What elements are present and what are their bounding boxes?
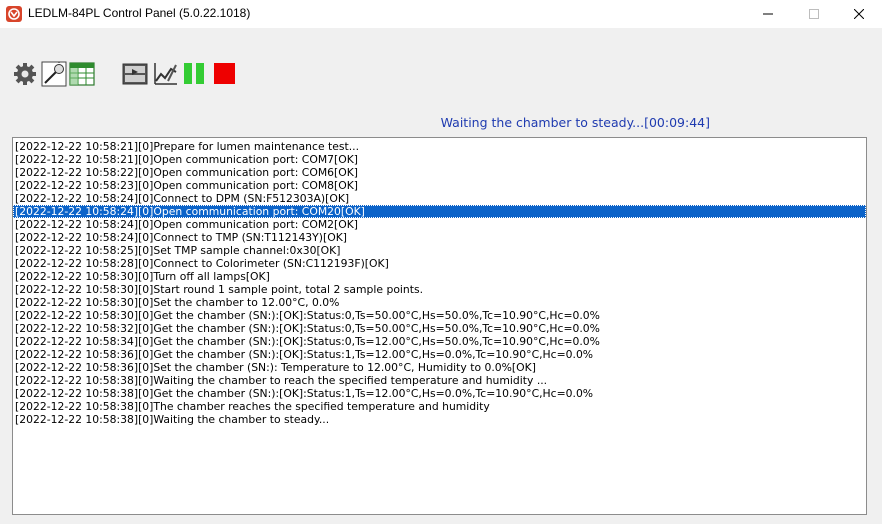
log-line[interactable]: [2022-12-22 10:58:24][0]Open communicati… <box>13 218 866 231</box>
app-logo-icon <box>6 6 22 22</box>
log-line[interactable]: [2022-12-22 10:58:25][0]Set TMP sample c… <box>13 244 866 257</box>
log-line[interactable]: [2022-12-22 10:58:28][0]Connect to Color… <box>13 257 866 270</box>
log-line[interactable]: [2022-12-22 10:58:32][0]Get the chamber … <box>13 322 866 335</box>
stop-icon <box>214 63 235 84</box>
log-line[interactable]: [2022-12-22 10:58:23][0]Open communicati… <box>13 179 866 192</box>
log-line[interactable]: [2022-12-22 10:58:38][0]Get the chamber … <box>13 387 866 400</box>
spreadsheet-icon <box>69 62 95 86</box>
log-list: [2022-12-22 10:58:21][0]Prepare for lume… <box>13 140 866 426</box>
log-line[interactable]: [2022-12-22 10:58:24][0]Connect to TMP (… <box>13 231 866 244</box>
maximize-button[interactable] <box>791 0 837 28</box>
gear-icon <box>14 63 36 85</box>
title-bar: LEDLM-84PL Control Panel (5.0.22.1018) <box>0 0 882 28</box>
lamp-setup-button[interactable] <box>40 58 68 88</box>
status-message: Waiting the chamber to steady...[00:09:4… <box>440 115 710 130</box>
log-line[interactable]: [2022-12-22 10:58:30][0]Get the chamber … <box>13 309 866 322</box>
close-button[interactable] <box>836 0 882 28</box>
settings-button[interactable] <box>11 58 39 88</box>
minimize-icon <box>763 13 773 15</box>
log-line[interactable]: [2022-12-22 10:58:22][0]Open communicati… <box>13 166 866 179</box>
film-icon <box>122 63 148 85</box>
log-line[interactable]: [2022-12-22 10:58:38][0]Waiting the cham… <box>13 374 866 387</box>
lamp-icon <box>41 61 67 87</box>
log-line[interactable]: [2022-12-22 10:58:24][0]Connect to DPM (… <box>13 192 866 205</box>
log-line[interactable]: [2022-12-22 10:58:38][0]The chamber reac… <box>13 400 866 413</box>
log-line[interactable]: [2022-12-22 10:58:34][0]Get the chamber … <box>13 335 866 348</box>
log-line[interactable]: [2022-12-22 10:58:36][0]Set the chamber … <box>13 361 866 374</box>
pause-button[interactable] <box>180 58 208 88</box>
minimize-button[interactable] <box>745 0 791 28</box>
close-icon <box>854 9 864 19</box>
table-button[interactable] <box>68 58 96 88</box>
log-line[interactable]: [2022-12-22 10:58:38][0]Waiting the cham… <box>13 413 866 426</box>
log-line[interactable]: [2022-12-22 10:58:21][0]Prepare for lume… <box>13 140 866 153</box>
toolbar <box>0 58 882 90</box>
chart-icon <box>154 63 177 85</box>
log-line[interactable]: [2022-12-22 10:58:21][0]Open communicati… <box>13 153 866 166</box>
log-line[interactable]: [2022-12-22 10:58:30][0]Turn off all lam… <box>13 270 866 283</box>
log-line[interactable]: [2022-12-22 10:58:36][0]Get the chamber … <box>13 348 866 361</box>
chart-button[interactable] <box>151 58 179 88</box>
log-line[interactable]: [2022-12-22 10:58:30][0]Set the chamber … <box>13 296 866 309</box>
video-button[interactable] <box>121 58 149 88</box>
stop-button[interactable] <box>210 58 238 88</box>
maximize-icon <box>809 9 819 19</box>
window-title: LEDLM-84PL Control Panel (5.0.22.1018) <box>28 6 251 20</box>
log-line-selected[interactable]: [2022-12-22 10:58:24][0]Open communicati… <box>13 205 866 218</box>
log-listbox[interactable]: [2022-12-22 10:58:21][0]Prepare for lume… <box>12 137 867 515</box>
pause-icon <box>184 63 204 84</box>
log-line[interactable]: [2022-12-22 10:58:30][0]Start round 1 sa… <box>13 283 866 296</box>
